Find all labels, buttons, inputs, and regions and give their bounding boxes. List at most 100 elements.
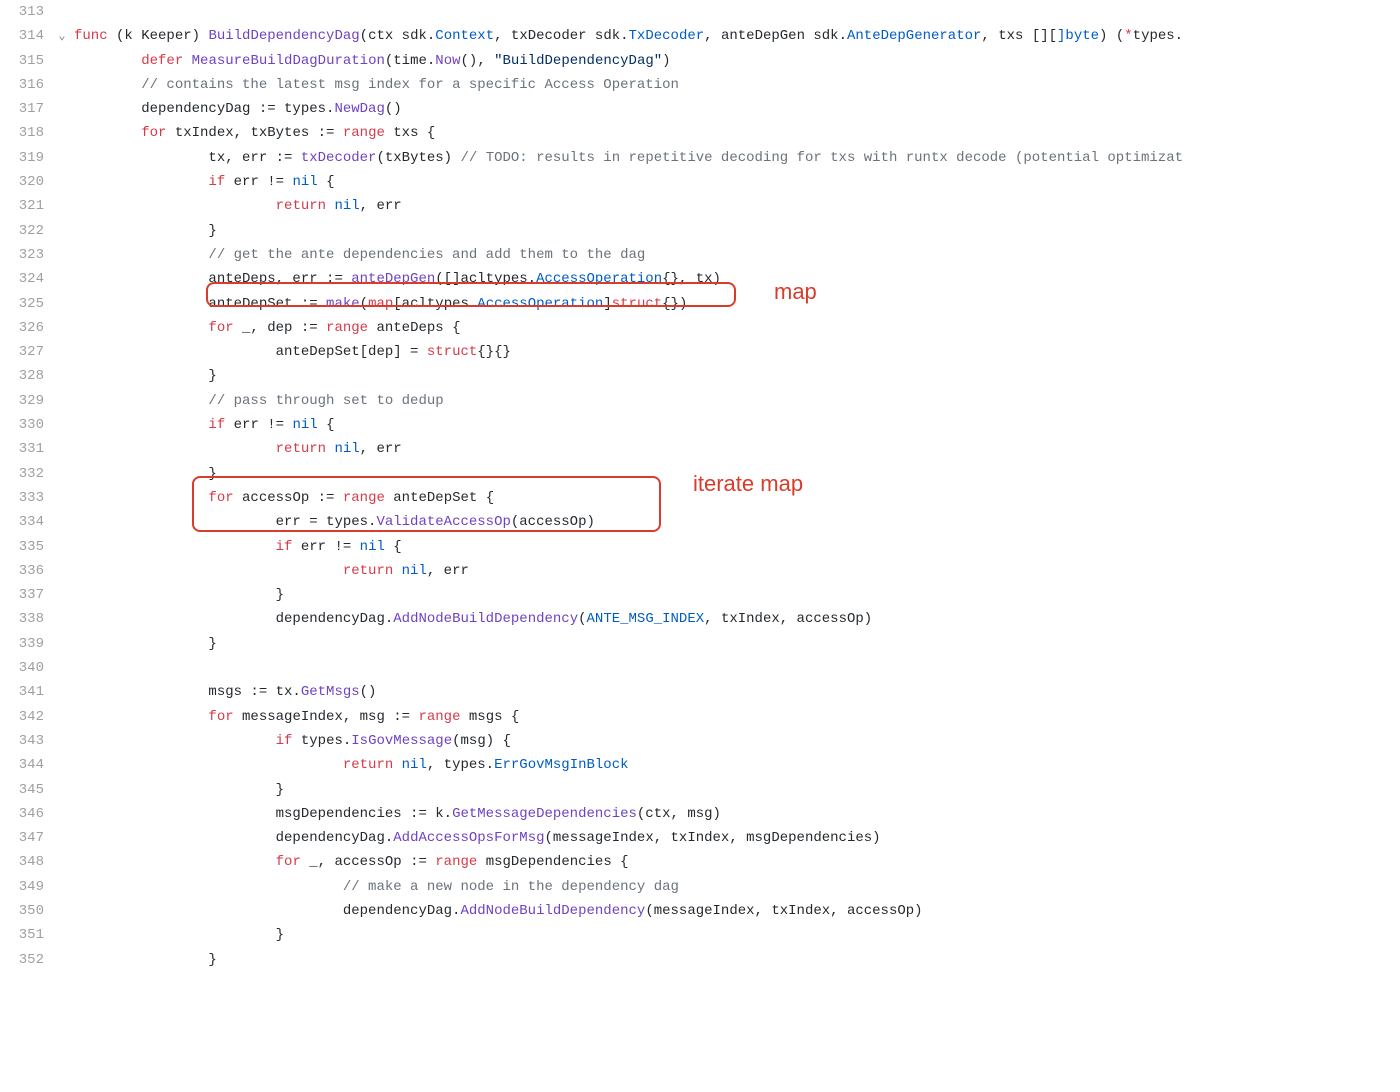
code-line[interactable]: 324 anteDeps, err := anteDepGen([]acltyp… xyxy=(0,267,1400,291)
code-content[interactable]: msgs := tx.GetMsgs() xyxy=(74,680,1400,704)
code-content[interactable]: } xyxy=(74,948,1400,972)
code-content[interactable]: dependencyDag := types.NewDag() xyxy=(74,97,1400,121)
code-line[interactable]: 342 for messageIndex, msg := range msgs … xyxy=(0,705,1400,729)
line-number: 313 xyxy=(0,0,50,24)
line-number: 321 xyxy=(0,194,50,218)
code-content[interactable]: for messageIndex, msg := range msgs { xyxy=(74,705,1400,729)
code-line[interactable]: 334 err = types.ValidateAccessOp(accessO… xyxy=(0,510,1400,534)
code-content[interactable]: // make a new node in the dependency dag xyxy=(74,875,1400,899)
line-number: 322 xyxy=(0,219,50,243)
code-content[interactable]: } xyxy=(74,462,1400,486)
code-content[interactable]: } xyxy=(74,778,1400,802)
line-number: 346 xyxy=(0,802,50,826)
code-content[interactable]: func (k Keeper) BuildDependencyDag(ctx s… xyxy=(74,24,1400,48)
code-line[interactable]: 332 } xyxy=(0,462,1400,486)
code-viewer[interactable]: 313314⌄func (k Keeper) BuildDependencyDa… xyxy=(0,0,1400,972)
code-content[interactable]: } xyxy=(74,923,1400,947)
code-line[interactable]: 325 anteDepSet := make(map[acltypes.Acce… xyxy=(0,292,1400,316)
code-content[interactable]: for _, accessOp := range msgDependencies… xyxy=(74,850,1400,874)
code-line[interactable]: 345 } xyxy=(0,778,1400,802)
code-line[interactable]: 333 for accessOp := range anteDepSet { xyxy=(0,486,1400,510)
code-content[interactable]: tx, err := txDecoder(txBytes) // TODO: r… xyxy=(74,146,1400,170)
code-content[interactable]: for txIndex, txBytes := range txs { xyxy=(74,121,1400,145)
code-line[interactable]: 329 // pass through set to dedup xyxy=(0,389,1400,413)
code-content[interactable]: if err != nil { xyxy=(74,170,1400,194)
line-number: 344 xyxy=(0,753,50,777)
code-line[interactable]: 336 return nil, err xyxy=(0,559,1400,583)
code-content[interactable]: err = types.ValidateAccessOp(accessOp) xyxy=(74,510,1400,534)
code-content[interactable]: return nil, err xyxy=(74,194,1400,218)
code-line[interactable]: 352 } xyxy=(0,948,1400,972)
line-number: 352 xyxy=(0,948,50,972)
code-content[interactable]: return nil, types.ErrGovMsgInBlock xyxy=(74,753,1400,777)
code-line[interactable]: 339 } xyxy=(0,632,1400,656)
line-number: 335 xyxy=(0,535,50,559)
line-number: 316 xyxy=(0,73,50,97)
line-number: 351 xyxy=(0,923,50,947)
code-content[interactable]: return nil, err xyxy=(74,437,1400,461)
line-number: 336 xyxy=(0,559,50,583)
line-number: 317 xyxy=(0,97,50,121)
code-content[interactable]: msgDependencies := k.GetMessageDependenc… xyxy=(74,802,1400,826)
code-content[interactable]: defer MeasureBuildDagDuration(time.Now()… xyxy=(74,49,1400,73)
code-content[interactable]: // contains the latest msg index for a s… xyxy=(74,73,1400,97)
code-line[interactable]: 317 dependencyDag := types.NewDag() xyxy=(0,97,1400,121)
code-line[interactable]: 341 msgs := tx.GetMsgs() xyxy=(0,680,1400,704)
code-line[interactable]: 335 if err != nil { xyxy=(0,535,1400,559)
code-line[interactable]: 314⌄func (k Keeper) BuildDependencyDag(c… xyxy=(0,24,1400,48)
code-content[interactable]: // get the ante dependencies and add the… xyxy=(74,243,1400,267)
fold-gutter[interactable]: ⌄ xyxy=(50,24,74,48)
line-number: 333 xyxy=(0,486,50,510)
code-line[interactable]: 351 } xyxy=(0,923,1400,947)
code-line[interactable]: 331 return nil, err xyxy=(0,437,1400,461)
code-content[interactable]: if err != nil { xyxy=(74,413,1400,437)
code-content[interactable]: for accessOp := range anteDepSet { xyxy=(74,486,1400,510)
code-line[interactable]: 347 dependencyDag.AddAccessOpsForMsg(mes… xyxy=(0,826,1400,850)
line-number: 330 xyxy=(0,413,50,437)
code-line[interactable]: 316 // contains the latest msg index for… xyxy=(0,73,1400,97)
code-line[interactable]: 326 for _, dep := range anteDeps { xyxy=(0,316,1400,340)
code-line[interactable]: 321 return nil, err xyxy=(0,194,1400,218)
code-line[interactable]: 322 } xyxy=(0,219,1400,243)
code-line[interactable]: 346 msgDependencies := k.GetMessageDepen… xyxy=(0,802,1400,826)
code-content[interactable]: } xyxy=(74,219,1400,243)
code-line[interactable]: 313 xyxy=(0,0,1400,24)
code-line[interactable]: 337 } xyxy=(0,583,1400,607)
code-line[interactable]: 319 tx, err := txDecoder(txBytes) // TOD… xyxy=(0,146,1400,170)
code-content[interactable]: dependencyDag.AddAccessOpsForMsg(message… xyxy=(74,826,1400,850)
line-number: 331 xyxy=(0,437,50,461)
code-content[interactable]: } xyxy=(74,632,1400,656)
code-content[interactable]: anteDepSet := make(map[acltypes.AccessOp… xyxy=(74,292,1400,316)
code-line[interactable]: 338 dependencyDag.AddNodeBuildDependency… xyxy=(0,607,1400,631)
code-line[interactable]: 315 defer MeasureBuildDagDuration(time.N… xyxy=(0,49,1400,73)
code-content[interactable]: dependencyDag.AddNodeBuildDependency(ANT… xyxy=(74,607,1400,631)
code-line[interactable]: 330 if err != nil { xyxy=(0,413,1400,437)
code-line[interactable]: 349 // make a new node in the dependency… xyxy=(0,875,1400,899)
line-number: 325 xyxy=(0,292,50,316)
code-content[interactable]: } xyxy=(74,583,1400,607)
code-line[interactable]: 344 return nil, types.ErrGovMsgInBlock xyxy=(0,753,1400,777)
code-content[interactable]: // pass through set to dedup xyxy=(74,389,1400,413)
line-number: 349 xyxy=(0,875,50,899)
line-number: 350 xyxy=(0,899,50,923)
code-content[interactable]: } xyxy=(74,364,1400,388)
code-content[interactable]: dependencyDag.AddNodeBuildDependency(mes… xyxy=(74,899,1400,923)
line-number: 315 xyxy=(0,49,50,73)
code-content[interactable]: for _, dep := range anteDeps { xyxy=(74,316,1400,340)
code-line[interactable]: 340 xyxy=(0,656,1400,680)
code-line[interactable]: 323 // get the ante dependencies and add… xyxy=(0,243,1400,267)
code-line[interactable]: 327 anteDepSet[dep] = struct{}{} xyxy=(0,340,1400,364)
code-line[interactable]: 320 if err != nil { xyxy=(0,170,1400,194)
code-line[interactable]: 348 for _, accessOp := range msgDependen… xyxy=(0,850,1400,874)
line-number: 334 xyxy=(0,510,50,534)
line-number: 338 xyxy=(0,607,50,631)
code-line[interactable]: 343 if types.IsGovMessage(msg) { xyxy=(0,729,1400,753)
code-content[interactable]: anteDeps, err := anteDepGen([]acltypes.A… xyxy=(74,267,1400,291)
code-line[interactable]: 350 dependencyDag.AddNodeBuildDependency… xyxy=(0,899,1400,923)
code-content[interactable]: return nil, err xyxy=(74,559,1400,583)
code-content[interactable]: if types.IsGovMessage(msg) { xyxy=(74,729,1400,753)
code-content[interactable]: anteDepSet[dep] = struct{}{} xyxy=(74,340,1400,364)
code-content[interactable]: if err != nil { xyxy=(74,535,1400,559)
code-line[interactable]: 328 } xyxy=(0,364,1400,388)
code-line[interactable]: 318 for txIndex, txBytes := range txs { xyxy=(0,121,1400,145)
